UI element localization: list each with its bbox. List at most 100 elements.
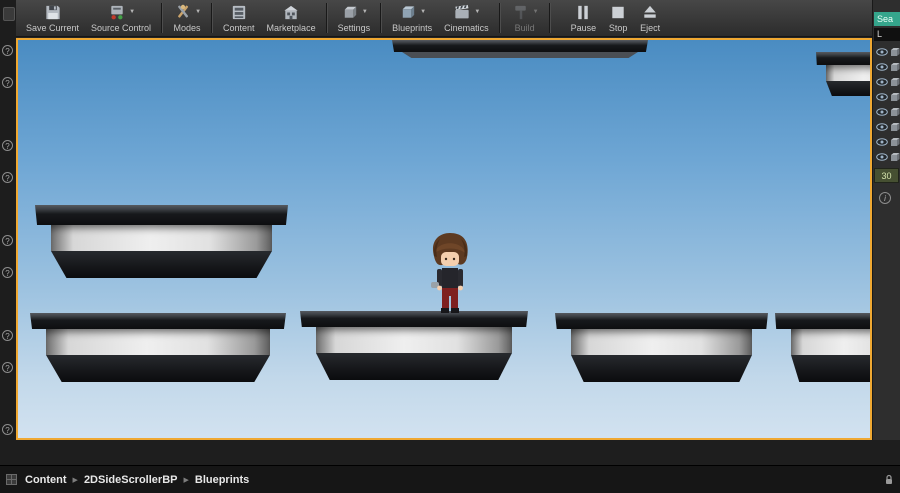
toolbar-separator <box>380 3 383 33</box>
outliner-row[interactable] <box>874 149 900 164</box>
help-icon[interactable] <box>2 45 13 56</box>
platform-slab <box>816 52 870 65</box>
cinematics-button[interactable]: Cinematics <box>438 0 495 34</box>
chevron-down-icon <box>362 9 368 15</box>
breadcrumb-content[interactable]: Content <box>21 474 71 486</box>
eye-icon[interactable] <box>876 107 888 116</box>
marketplace-label: Marketplace <box>266 23 316 33</box>
character-vest <box>442 268 458 288</box>
modes-label: Modes <box>173 23 201 33</box>
character-leg <box>442 296 449 308</box>
pause-label: Pause <box>570 23 597 33</box>
character-arm <box>458 269 463 287</box>
content-browser-gap <box>0 440 900 465</box>
platform <box>300 311 528 380</box>
platform-base <box>51 251 272 278</box>
outliner-row[interactable] <box>874 44 900 59</box>
eject-button[interactable]: Eject <box>634 0 666 34</box>
eye-icon[interactable] <box>876 92 888 101</box>
stop-label: Stop <box>608 23 628 33</box>
platform-band <box>571 329 752 355</box>
platform-band <box>826 65 870 81</box>
detail-value-field[interactable]: 30 <box>874 168 899 183</box>
toolbar-separator <box>325 3 328 33</box>
outliner-row[interactable] <box>874 134 900 149</box>
content-button[interactable]: Content <box>217 0 261 34</box>
eye-icon[interactable] <box>876 77 888 86</box>
help-icon[interactable] <box>2 172 13 183</box>
character-eye <box>444 257 448 261</box>
actor-cube-icon <box>891 92 900 101</box>
toolbar-separator <box>161 3 164 33</box>
help-icon[interactable] <box>2 235 13 246</box>
character-shoe <box>451 308 459 313</box>
save-current-button[interactable]: Save Current <box>20 0 85 34</box>
actor-cube-icon <box>891 107 900 116</box>
modes-icon <box>178 4 189 18</box>
help-icon[interactable] <box>2 424 13 435</box>
platform-band <box>316 327 512 353</box>
chevron-down-icon <box>420 9 426 15</box>
outliner-label-header[interactable]: L <box>874 28 900 41</box>
actor-cube-icon <box>891 122 900 131</box>
character-leg <box>451 296 458 308</box>
platform-base <box>791 355 870 382</box>
platform-slab <box>392 40 648 52</box>
outliner-row[interactable] <box>874 119 900 134</box>
main-toolbar: Save Current Source Control Modes Conten… <box>16 0 872 37</box>
source-control-button[interactable]: Source Control <box>85 0 157 34</box>
build-icon <box>514 5 526 19</box>
lock-icon[interactable] <box>884 474 894 486</box>
platform-band <box>46 329 270 355</box>
modes-button[interactable]: Modes <box>167 0 207 34</box>
help-icon[interactable] <box>2 267 13 278</box>
pause-button[interactable]: Pause <box>565 0 603 34</box>
help-icon[interactable] <box>2 362 13 373</box>
marketplace-icon <box>284 5 298 19</box>
toolbar-separator <box>548 3 551 33</box>
outliner-search-input[interactable]: Sea <box>874 12 900 26</box>
help-icon[interactable] <box>2 330 13 341</box>
game-viewport[interactable] <box>16 38 872 440</box>
eye-icon[interactable] <box>876 152 888 161</box>
platform <box>775 313 870 382</box>
marketplace-button[interactable]: Marketplace <box>261 0 322 34</box>
breadcrumb-project-folder[interactable]: 2DSideScrollerBP <box>80 474 182 486</box>
outliner-row[interactable] <box>874 59 900 74</box>
help-icon[interactable] <box>2 77 13 88</box>
blueprints-icon <box>402 5 415 18</box>
platform <box>35 205 288 278</box>
eye-icon[interactable] <box>876 47 888 56</box>
info-icon[interactable] <box>879 192 891 204</box>
sources-panel-icon[interactable] <box>6 474 17 485</box>
platform <box>392 40 648 58</box>
blueprints-label: Blueprints <box>392 23 433 33</box>
cinematics-label: Cinematics <box>444 23 489 33</box>
blueprints-button[interactable]: Blueprints <box>386 0 438 34</box>
player-character <box>422 230 478 325</box>
platform-base <box>316 353 512 380</box>
build-label: Build <box>514 23 535 33</box>
character-shoe <box>441 308 449 313</box>
collapsed-tab-icon[interactable] <box>3 7 15 21</box>
breadcrumb-arrow-icon <box>181 476 190 484</box>
player-character-sprite <box>431 233 468 313</box>
source-control-label: Source Control <box>91 23 152 33</box>
eye-icon[interactable] <box>876 122 888 131</box>
eye-icon[interactable] <box>876 137 888 146</box>
actor-cube-icon <box>891 152 900 161</box>
help-icon[interactable] <box>2 140 13 151</box>
chevron-down-icon <box>129 9 135 15</box>
outliner-row[interactable] <box>874 89 900 104</box>
eye-icon[interactable] <box>876 62 888 71</box>
platform-base <box>571 355 752 382</box>
outliner-row[interactable] <box>874 74 900 89</box>
right-panel: Sea L 30 <box>872 0 900 465</box>
breadcrumb-blueprints-folder[interactable]: Blueprints <box>191 474 253 486</box>
platform-band <box>791 329 870 355</box>
platform-slab <box>775 313 870 329</box>
settings-button[interactable]: Settings <box>332 0 377 34</box>
stop-button[interactable]: Stop <box>602 0 634 34</box>
outliner-row[interactable] <box>874 104 900 119</box>
content-label: Content <box>223 23 255 33</box>
